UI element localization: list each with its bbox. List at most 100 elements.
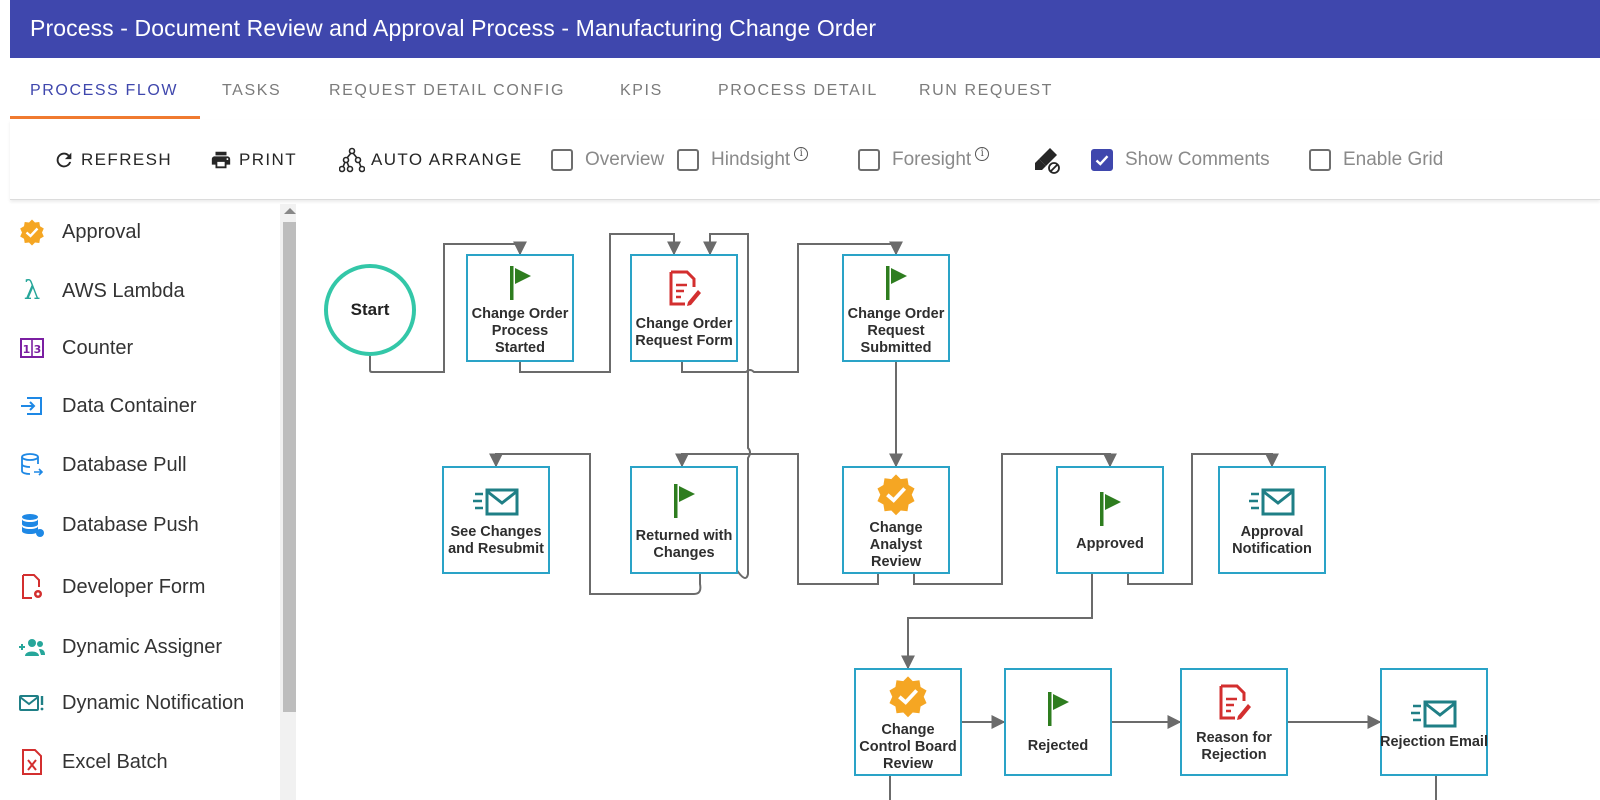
node-see-changes-and-resubmit[interactable]: See Changes and Resubmit <box>442 466 550 574</box>
auto-arrange-button[interactable]: AUTO ARRANGE <box>339 146 523 174</box>
node-label: Approved <box>1076 536 1144 552</box>
checkmark-icon <box>1095 155 1109 166</box>
edit-form-icon <box>1182 684 1286 722</box>
refresh-button[interactable]: REFRESH <box>53 146 172 174</box>
clear-highlight-button[interactable] <box>1032 146 1062 174</box>
node-label: See Changes and Resubmit <box>448 524 544 557</box>
flag-icon <box>1006 690 1110 728</box>
svg-text:3: 3 <box>34 343 42 356</box>
palette-item-label: AWS Lambda <box>62 279 185 302</box>
title-bar: Process - Document Review and Approval P… <box>10 0 1600 58</box>
palette-item-dynamic-assigner[interactable]: Dynamic Assigner <box>10 627 272 667</box>
node-reason-for-rejection[interactable]: Reason for Rejection <box>1180 668 1288 776</box>
developer-form-icon <box>18 573 46 601</box>
palette-item-counter[interactable]: 13 Counter <box>10 328 272 368</box>
tab-process-flow[interactable]: PROCESS FLOW <box>30 82 178 100</box>
hierarchy-icon <box>339 147 365 173</box>
node-approval-notification[interactable]: Approval Notification <box>1218 466 1326 574</box>
palette-item-label: Dynamic Assigner <box>62 635 223 658</box>
foresight-label: Foresight <box>892 149 972 170</box>
node-returned-with-changes[interactable]: Returned with Changes <box>630 466 738 574</box>
tab-kpis[interactable]: KPIS <box>620 82 663 100</box>
foresight-toggle[interactable]: Foresight i <box>858 146 990 174</box>
tab-run-request[interactable]: RUN REQUEST <box>919 82 1053 100</box>
approval-badge-icon <box>18 218 46 246</box>
palette-item-database-pull[interactable]: Database Pull <box>10 445 272 485</box>
enable-grid-checkbox[interactable] <box>1309 149 1331 171</box>
hindsight-label: Hindsight <box>711 149 791 170</box>
foresight-info-icon[interactable]: i <box>975 147 990 161</box>
palette-item-excel-batch[interactable]: Excel Batch <box>10 742 272 782</box>
approval-badge-icon <box>856 674 960 718</box>
email-send-icon <box>444 488 548 518</box>
printer-icon <box>211 151 231 169</box>
enable-grid-toggle[interactable]: Enable Grid <box>1309 146 1443 174</box>
auto-arrange-label: AUTO ARRANGE <box>371 150 523 169</box>
show-comments-toggle[interactable]: Show Comments <box>1091 146 1270 174</box>
edit-form-icon <box>632 270 736 308</box>
node-palette: Approval λ AWS Lambda 13 Counter Data Co… <box>10 204 300 800</box>
palette-item-database-push[interactable]: Database Push <box>10 505 272 545</box>
data-container-icon <box>18 392 46 420</box>
tab-process-detail[interactable]: PROCESS DETAIL <box>718 82 878 100</box>
overview-label: Overview <box>585 149 665 170</box>
foresight-checkbox[interactable] <box>858 149 880 171</box>
palette-item-developer-form[interactable]: Developer Form <box>10 567 272 607</box>
hindsight-info-icon[interactable]: i <box>794 147 809 161</box>
database-pull-icon <box>18 451 46 479</box>
dynamic-notification-icon <box>18 689 46 717</box>
dynamic-assigner-icon <box>18 633 46 661</box>
palette-item-label: Counter <box>62 336 134 359</box>
palette-item-data-container[interactable]: Data Container <box>10 386 272 426</box>
eraser-brush-icon <box>1035 148 1060 174</box>
show-comments-label: Show Comments <box>1125 149 1270 170</box>
node-change-order-process-started[interactable]: Change Order Process Started <box>466 254 574 362</box>
node-approved[interactable]: Approved <box>1056 466 1164 574</box>
lambda-icon: λ <box>23 276 41 306</box>
hindsight-checkbox[interactable] <box>677 149 699 171</box>
toolbar: REFRESH PRINT AUTO ARRANGE Overview Hind… <box>10 120 1600 200</box>
print-label: PRINT <box>239 150 297 169</box>
node-change-order-request-form[interactable]: Change Order Request Form <box>630 254 738 362</box>
palette-item-label: Dynamic Notification <box>62 691 245 714</box>
palette-item-label: Database Push <box>62 513 199 536</box>
overview-toggle[interactable]: Overview <box>551 146 664 174</box>
flag-icon <box>468 264 572 302</box>
node-label: Returned with Changes <box>635 528 733 561</box>
flag-icon <box>844 264 948 302</box>
start-node[interactable]: Start <box>324 264 416 356</box>
node-label: Change Order Request Submitted <box>847 306 945 356</box>
database-push-icon <box>18 511 46 539</box>
palette-item-dynamic-notification[interactable]: Dynamic Notification <box>10 683 272 723</box>
node-label: Change Order Request Form <box>635 316 733 349</box>
svg-text:1: 1 <box>23 343 31 356</box>
palette-item-label: Approval <box>62 220 141 243</box>
node-label: Change Order Process Started <box>471 306 569 356</box>
overview-checkbox[interactable] <box>551 149 573 171</box>
tab-request-detail-config[interactable]: REQUEST DETAIL CONFIG <box>329 82 565 100</box>
node-label: Rejection Email <box>1380 734 1488 750</box>
node-change-analyst-review[interactable]: Change Analyst Review <box>842 466 950 574</box>
show-comments-checkbox[interactable] <box>1091 149 1113 171</box>
print-button[interactable]: PRINT <box>209 146 297 174</box>
node-change-order-request-submitted[interactable]: Change Order Request Submitted <box>842 254 950 362</box>
flag-icon <box>632 482 736 520</box>
palette-item-aws-lambda[interactable]: λ AWS Lambda <box>10 271 272 311</box>
node-change-control-board-review[interactable]: Change Control Board Review <box>854 668 962 776</box>
node-label: Approval Notification <box>1232 524 1312 557</box>
refresh-label: REFRESH <box>81 150 173 169</box>
flag-icon <box>1058 490 1162 528</box>
palette-item-label: Developer Form <box>62 575 206 598</box>
palette-item-approval[interactable]: Approval <box>10 212 272 252</box>
palette-item-label: Excel Batch <box>62 750 168 773</box>
node-label: Reason for Rejection <box>1196 730 1272 763</box>
tab-bar: PROCESS FLOW TASKS REQUEST DETAIL CONFIG… <box>10 58 1600 120</box>
node-label: Change Control Board Review <box>859 722 957 772</box>
enable-grid-label: Enable Grid <box>1343 149 1444 170</box>
hindsight-toggle[interactable]: Hindsight i <box>677 146 809 174</box>
process-flow-canvas[interactable]: Start Change Order Process Started Chang… <box>296 204 1600 800</box>
tab-tasks[interactable]: TASKS <box>222 82 281 100</box>
node-rejected[interactable]: Rejected <box>1004 668 1112 776</box>
scroll-up-arrow-icon[interactable] <box>284 208 296 214</box>
node-rejection-email[interactable]: Rejection Email <box>1380 668 1488 776</box>
